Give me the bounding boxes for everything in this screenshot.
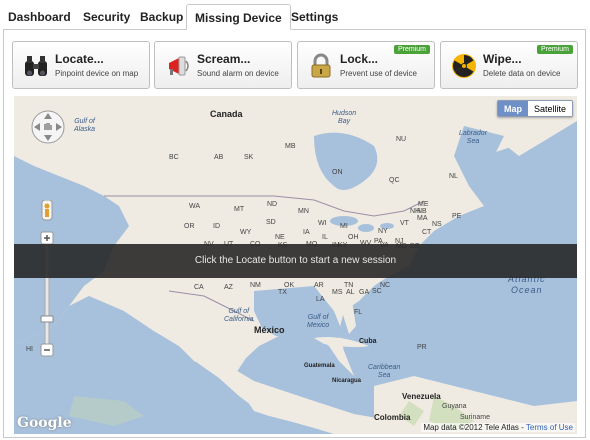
tab-dashboard[interactable]: Dashboard <box>0 4 79 30</box>
label-guatemala: Guatemala <box>304 363 335 369</box>
state-label: ON <box>332 169 343 176</box>
label-suriname: Suriname <box>460 414 490 421</box>
locate-button[interactable]: Locate... Pinpoint device on map <box>12 41 150 89</box>
state-label: AB <box>214 154 224 161</box>
state-label: TN <box>344 282 354 289</box>
label-labrador-sea: Labrador Sea <box>459 130 488 145</box>
state-label: IA <box>303 229 310 236</box>
state-label: ME <box>418 201 429 208</box>
tab-settings[interactable]: Settings <box>283 4 346 30</box>
state-label: NY <box>378 228 388 235</box>
state-label: LA <box>316 296 325 303</box>
label-venezuela: Venezuela <box>402 392 441 401</box>
locate-subtitle: Pinpoint device on map <box>55 69 139 78</box>
map-credit: Map data ©2012 Tele Atlas - Terms of Use <box>421 423 575 432</box>
premium-badge: Premium <box>536 45 573 54</box>
lock-title: Lock... <box>340 52 379 66</box>
state-label: SD <box>266 219 276 226</box>
pan-control[interactable] <box>30 109 66 145</box>
lock-subtitle: Prevent use of device <box>340 69 417 78</box>
state-label: NH <box>410 208 421 215</box>
state-label: OK <box>284 282 295 289</box>
state-label: FL <box>354 309 363 316</box>
state-label: IL <box>322 234 328 241</box>
state-label: QC <box>389 177 400 184</box>
state-label: NL <box>449 173 458 180</box>
label-hudson-bay: Hudson Bay <box>332 110 357 125</box>
label-gulf-mexico: Gulf of Mexico <box>307 314 330 329</box>
state-label: NS <box>432 221 442 228</box>
state-label: SC <box>372 288 382 295</box>
tab-security[interactable]: Security <box>75 4 138 30</box>
state-label: SK <box>244 154 254 161</box>
state-label: TX <box>278 289 287 296</box>
state-label: OR <box>184 223 195 230</box>
state-label: MT <box>234 206 245 213</box>
google-logo: Google <box>17 415 72 431</box>
state-label: WI <box>318 220 327 227</box>
state-label: MN <box>298 208 309 215</box>
state-label: ND <box>267 201 278 208</box>
label-nicaragua: Nicaragua <box>332 378 362 384</box>
tab-backup[interactable]: Backup <box>132 4 191 30</box>
state-label: HI <box>26 346 33 353</box>
binoculars-icon <box>25 56 47 76</box>
label-guyana: Guyana <box>442 403 467 410</box>
map-type-map-button[interactable]: Map <box>497 101 528 116</box>
state-label: NE <box>275 234 285 241</box>
state-label: WA <box>189 203 201 210</box>
state-label: PE <box>452 213 462 220</box>
state-label: MB <box>285 143 296 150</box>
label-gulf-alaska: Gulf of Alaska <box>74 118 96 133</box>
state-label: PR <box>417 344 427 351</box>
state-label: AR <box>314 282 324 289</box>
state-label: NU <box>396 136 407 143</box>
state-label: NM <box>250 282 261 289</box>
terms-of-use-link[interactable]: Terms of Use <box>526 423 573 432</box>
state-label: AZ <box>224 284 233 291</box>
label-colombia: Colombia <box>374 413 411 422</box>
scream-subtitle: Sound alarm on device <box>197 69 279 78</box>
scream-title: Scream... <box>197 52 251 66</box>
action-bar: Locate... Pinpoint device on map Scream.… <box>12 41 578 89</box>
lock-button[interactable]: Lock... Prevent use of device Premium <box>297 41 435 89</box>
megaphone-icon <box>169 56 189 76</box>
state-label: AL <box>346 289 355 296</box>
label-caribbean-sea: Caribbean Sea <box>368 364 401 379</box>
state-label: OH <box>348 234 359 241</box>
state-label: MA <box>417 215 428 222</box>
map-view[interactable]: Canada México Cuba Venezuela Colombia Gu… <box>14 96 577 434</box>
locate-instruction-banner: Click the Locate button to start a new s… <box>14 244 577 278</box>
wipe-title: Wipe... <box>483 52 522 66</box>
state-label: GA <box>359 289 370 296</box>
map-type-control: Map Satellite <box>496 100 573 117</box>
state-label: CA <box>194 284 204 291</box>
state-label: CT <box>422 229 432 236</box>
tab-missing-device[interactable]: Missing Device <box>186 4 291 30</box>
label-mexico: México <box>254 325 285 335</box>
padlock-icon <box>311 53 331 78</box>
radiation-icon <box>452 54 476 78</box>
map-type-satellite-button[interactable]: Satellite <box>527 101 572 116</box>
premium-badge: Premium <box>393 45 430 54</box>
tab-bar: Dashboard Security Backup Missing Device… <box>0 0 590 30</box>
label-canada: Canada <box>210 109 243 119</box>
state-label: MS <box>332 289 343 296</box>
map-data-credit: Map data ©2012 Tele Atlas <box>423 423 519 432</box>
label-gulf-california: Gulf of California <box>224 308 254 323</box>
scream-button[interactable]: Scream... Sound alarm on device <box>154 41 292 89</box>
state-label: VT <box>400 220 409 227</box>
wipe-subtitle: Delete data on device <box>483 69 561 78</box>
zoom-control[interactable] <box>38 200 56 360</box>
state-label: ID <box>213 223 220 230</box>
state-label: WY <box>240 229 252 236</box>
label-cuba: Cuba <box>359 338 377 345</box>
locate-title: Locate... <box>55 52 104 66</box>
state-label: MI <box>340 223 348 230</box>
state-label: BC <box>169 154 179 161</box>
wipe-button[interactable]: Wipe... Delete data on device Premium <box>440 41 578 89</box>
